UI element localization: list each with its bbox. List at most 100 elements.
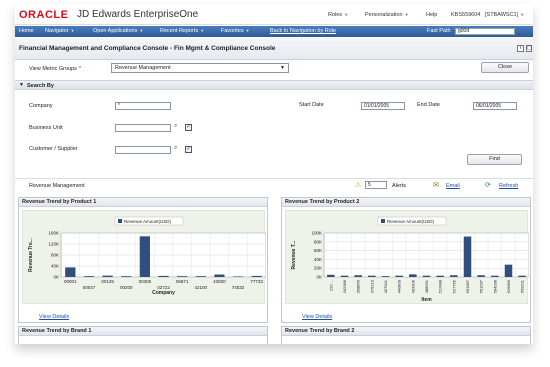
alert-count: 5 (365, 181, 387, 189)
x-tick-label: 440800 (397, 279, 402, 293)
revenue-product-1-chart: Revenue Amount(USD) 0K 40K 80K 120K 160K 00001… (28, 216, 267, 296)
x-tick-label: 42100 (195, 285, 208, 290)
chevron-down-icon: ▼ (70, 28, 75, 33)
bar (518, 275, 526, 277)
view-metric-groups-label: View Metric Groups * (29, 66, 82, 72)
x-tick-label: 00306 (139, 279, 152, 284)
search-icon[interactable]: ⌕ (174, 123, 177, 130)
bar (381, 276, 390, 277)
bar (65, 267, 76, 277)
warning-icon: ⚠ (355, 182, 362, 189)
nav-favorites[interactable]: Favorites ▼ (221, 28, 250, 34)
legend-label: Revenue Amount(USD) (387, 219, 435, 224)
x-tick-label: 43000 (213, 279, 226, 284)
x-tick-label: 433306 (410, 279, 415, 293)
x-tick-label: 561987 (465, 279, 470, 293)
legend-swatch (118, 219, 122, 223)
start-date-input[interactable]: 01/01/2005 (361, 102, 405, 110)
nav-navigator[interactable]: Navigator ▼ (45, 28, 75, 34)
bar (463, 236, 472, 277)
company-input[interactable]: * (115, 102, 171, 110)
y-tick-label: 100K (311, 231, 322, 236)
metric-group-select[interactable]: Revenue Management ▼ (111, 63, 289, 73)
y-tick-label: 120K (48, 242, 59, 247)
bar (491, 275, 499, 277)
roles-menu[interactable]: Roles ▼ (328, 12, 348, 18)
bar (504, 264, 513, 277)
page-title-bar: Financial Management and Compliance Cons… (15, 38, 533, 60)
help-link[interactable]: Help (426, 12, 437, 18)
oracle-logo: ORACLE (19, 9, 69, 21)
user-id: KBS559604 (451, 12, 481, 18)
info-icon[interactable]: i (517, 45, 524, 52)
visual-assist-icon[interactable]: ✓ (185, 124, 192, 131)
bar (436, 275, 444, 277)
x-tick-label: 584288 (492, 279, 497, 293)
y-tick-label: 20K (314, 266, 322, 271)
email-link[interactable]: Email (446, 183, 460, 189)
refresh-icon[interactable]: ⟳ (485, 181, 491, 189)
nav-open-applications[interactable]: Open Applications ▼ (93, 28, 143, 34)
chevron-down-icon: ▼ (404, 12, 409, 17)
bar (251, 275, 262, 277)
y-tick-label: 80K (314, 239, 322, 244)
chevron-down-icon: ▼ (245, 28, 250, 33)
chart-area: Revenue Amount(USD) 0K 20K 40K 60K 80K 100K 220… (285, 210, 530, 304)
nav-back-to-role[interactable]: Back to Navigation by Role (270, 28, 336, 34)
search-icon[interactable]: ⌕ (174, 145, 177, 152)
end-date-input[interactable]: 06/01/2005 (473, 102, 517, 110)
x-tick-label: 06871 (176, 279, 189, 284)
find-button[interactable]: Find (467, 154, 522, 165)
bar (327, 274, 335, 277)
view-details-link[interactable]: View Details (39, 314, 69, 320)
page-title: Financial Management and Compliance Cons… (19, 45, 276, 52)
bar (214, 274, 225, 277)
y-tick-label: 60K (314, 248, 322, 253)
panel-title: Revenue Trend by Product 2 (282, 198, 530, 207)
personalization-menu[interactable]: Personalization ▼ (365, 12, 409, 18)
email-icon[interactable]: ✉ (433, 181, 439, 189)
app-window: ORACLE JD Edwards EnterpriseOne Roles ▼ P… (15, 4, 533, 344)
start-date-label: Start Date (299, 102, 324, 108)
search-by-label: Search By (27, 83, 54, 89)
collapse-icon: ▼ (19, 82, 24, 88)
x-tick-label: 77733 (250, 279, 263, 284)
y-tick-label: 40K (51, 264, 59, 269)
fast-path-input[interactable]: g00d (455, 28, 515, 35)
x-tick-label: 74532 (232, 285, 245, 290)
panel-title: Revenue Trend by Product 1 (19, 198, 267, 207)
bar (450, 275, 458, 277)
environment[interactable]: [STBAWSC1] ▼ (485, 12, 524, 18)
end-date-label: End Date (417, 102, 440, 108)
nav-home[interactable]: Home (19, 28, 34, 34)
panel-revenue-product-1: Revenue Trend by Product 1 Revenue Amoun… (18, 197, 268, 323)
product-name: JD Edwards EnterpriseOne (77, 9, 199, 20)
x-tick-label: 00125 (101, 279, 114, 284)
window-icon[interactable]: ▢ (526, 45, 532, 52)
chevron-down-icon: ▼ (280, 65, 285, 71)
app-header: ORACLE JD Edwards EnterpriseOne Roles ▼ P… (15, 4, 533, 25)
close-button[interactable]: Close (481, 62, 529, 73)
bar (340, 275, 349, 277)
refresh-link[interactable]: Refresh (499, 183, 518, 189)
view-details-link[interactable]: View Details (302, 314, 332, 320)
company-label: Company (29, 103, 53, 109)
customer-supplier-input[interactable] (115, 146, 171, 154)
nav-recent-reports[interactable]: Recent Reports ▼ (160, 28, 204, 34)
y-axis-label: Revenue T... (291, 240, 297, 270)
plot-area (323, 232, 530, 278)
bar (121, 276, 132, 277)
search-by-header[interactable]: ▼ Search By (15, 80, 533, 90)
x-tick-label: 407641 (383, 279, 388, 293)
y-tick-label: 0K (53, 275, 59, 280)
chevron-down-icon: ▼ (200, 28, 205, 33)
customer-supplier-label: Customer / Supplier (29, 146, 78, 152)
business-unit-input[interactable] (115, 124, 171, 132)
x-tick-label: 527765 (451, 279, 456, 293)
visual-assist-icon[interactable]: ✓ (185, 146, 192, 153)
legend-swatch (381, 219, 385, 223)
revenue-product-2-chart: Revenue Amount(USD) 0K 20K 40K 60K 80K 100K 220… (291, 216, 530, 303)
x-tick-label: 512488 (438, 279, 443, 293)
chart-area: Revenue Amount(USD) 0K 40K 80K 120K 160K 00001… (22, 210, 267, 304)
bar (102, 275, 113, 277)
